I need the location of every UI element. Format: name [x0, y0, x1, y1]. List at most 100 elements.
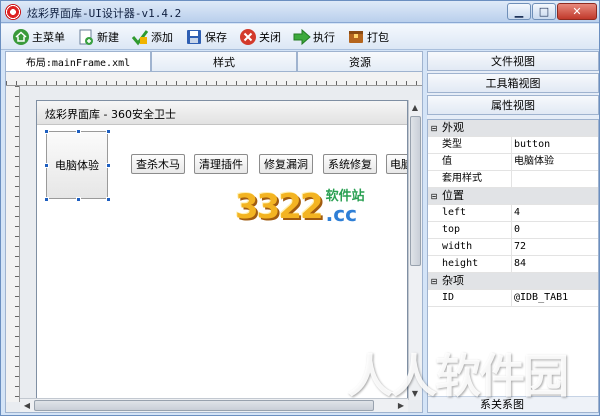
toolbox-view-tab[interactable]: 工具箱视图: [427, 73, 599, 93]
resize-handle[interactable]: [106, 163, 111, 168]
resize-handle[interactable]: [106, 129, 111, 134]
group-name: 外观: [442, 121, 464, 134]
tab-style-label: 样式: [213, 55, 235, 69]
file-view-tab[interactable]: 文件视图: [427, 51, 599, 71]
tab-style[interactable]: 样式: [151, 51, 297, 71]
window-title: 炫彩界面库-UI设计器-v1.4.2: [27, 7, 182, 20]
close-button[interactable]: 关闭: [236, 26, 284, 48]
button-computer-partial[interactable]: 电脑: [386, 154, 407, 174]
minimize-button[interactable]: ▁: [507, 3, 531, 20]
toolbar: 主菜单 新建 添加 保存 关闭 执行 打包: [1, 24, 599, 50]
property-value[interactable]: 电脑体验: [512, 154, 598, 170]
package-button[interactable]: 打包: [344, 26, 392, 48]
watermark-digits: 3322: [235, 187, 324, 227]
property-name: 套用样式: [428, 171, 512, 187]
selected-button-computer-check[interactable]: 电脑体验: [46, 131, 108, 199]
watermark-right: 软件站 .cc: [326, 185, 365, 224]
property-group-position[interactable]: ⊟ 位置: [428, 188, 598, 205]
selected-button-label: 电脑体验: [55, 159, 99, 172]
property-row[interactable]: top 0: [428, 222, 598, 239]
resize-handle[interactable]: [106, 197, 111, 202]
property-name: left: [428, 205, 512, 221]
property-row[interactable]: ID @IDB_TAB1: [428, 290, 598, 307]
watermark-domain: .cc: [325, 202, 357, 226]
new-label: 新建: [97, 30, 119, 44]
add-button[interactable]: 添加: [128, 26, 176, 48]
watermark-3322-logo: 3322 软件站 .cc: [235, 185, 365, 224]
button-fix-vulnerabilities[interactable]: 修复漏洞: [259, 154, 313, 174]
button-kill-trojan[interactable]: 查杀木马: [131, 154, 185, 174]
property-value[interactable]: @IDB_TAB1: [512, 290, 598, 306]
property-row[interactable]: width 72: [428, 239, 598, 256]
property-name: top: [428, 222, 512, 238]
resize-handle[interactable]: [76, 197, 81, 202]
resize-handle[interactable]: [76, 129, 81, 134]
property-name: height: [428, 256, 512, 272]
close-icon: [239, 28, 257, 46]
property-value[interactable]: 4: [512, 205, 598, 221]
horizontal-scroll-thumb[interactable]: [34, 400, 374, 411]
property-value[interactable]: 72: [512, 239, 598, 255]
property-row[interactable]: 类型 button: [428, 137, 598, 154]
property-name: 类型: [428, 137, 512, 153]
resize-handle[interactable]: [44, 163, 49, 168]
property-value[interactable]: 84: [512, 256, 598, 272]
main-menu-label: 主菜单: [32, 30, 65, 44]
vertical-scroll-thumb[interactable]: [410, 116, 421, 266]
window-controls: ▁ □ ✕: [507, 3, 597, 20]
scroll-left-icon[interactable]: ◀: [21, 399, 33, 411]
editor-tabs: 布局:mainFrame.xml 样式 资源: [5, 51, 423, 71]
main-menu-button[interactable]: 主菜单: [9, 26, 68, 48]
add-label: 添加: [151, 30, 173, 44]
property-value[interactable]: 0: [512, 222, 598, 238]
tab-resources[interactable]: 资源: [297, 51, 423, 71]
add-icon: [131, 28, 149, 46]
tab-layout-label: 布局:mainFrame.xml: [25, 58, 131, 69]
save-label: 保存: [205, 30, 227, 44]
property-value[interactable]: [512, 171, 598, 187]
package-label: 打包: [367, 30, 389, 44]
package-icon: [347, 28, 365, 46]
run-button[interactable]: 执行: [290, 26, 338, 48]
maximize-button[interactable]: □: [532, 3, 556, 20]
run-label: 执行: [313, 30, 335, 44]
property-group-misc[interactable]: ⊟ 杂项: [428, 273, 598, 290]
collapse-icon[interactable]: ⊟: [428, 120, 440, 136]
run-icon: [293, 28, 311, 46]
group-name: 杂项: [442, 274, 464, 287]
property-value[interactable]: button: [512, 137, 598, 153]
property-view-tab[interactable]: 属性视图: [427, 95, 599, 115]
new-file-icon: [77, 28, 95, 46]
app-logo-icon: [5, 4, 21, 20]
collapse-icon[interactable]: ⊟: [428, 273, 440, 289]
property-name: width: [428, 239, 512, 255]
title-bar: 炫彩界面库-UI设计器-v1.4.2 ▁ □ ✕: [1, 1, 599, 23]
horizontal-ruler: [6, 72, 422, 86]
property-row[interactable]: height 84: [428, 256, 598, 273]
close-label: 关闭: [259, 30, 281, 44]
scroll-up-icon[interactable]: ▲: [409, 101, 421, 113]
button-clean-plugins[interactable]: 清理插件: [194, 154, 248, 174]
property-row[interactable]: 值 电脑体验: [428, 154, 598, 171]
vertical-ruler: [6, 86, 20, 402]
save-button[interactable]: 保存: [182, 26, 230, 48]
window-close-button[interactable]: ✕: [557, 3, 597, 20]
collapse-icon[interactable]: ⊟: [428, 188, 440, 204]
save-icon: [185, 28, 203, 46]
group-name: 位置: [442, 189, 464, 202]
property-name: ID: [428, 290, 512, 306]
property-row[interactable]: 套用样式: [428, 171, 598, 188]
tab-layout[interactable]: 布局:mainFrame.xml: [5, 51, 151, 71]
property-group-appearance[interactable]: ⊟ 外观: [428, 120, 598, 137]
new-button[interactable]: 新建: [74, 26, 122, 48]
home-icon: [12, 28, 30, 46]
property-name: 值: [428, 154, 512, 170]
button-system-repair[interactable]: 系统修复: [323, 154, 377, 174]
resize-handle[interactable]: [44, 129, 49, 134]
watermark-site: 人人软件园: [347, 349, 569, 403]
tab-resources-label: 资源: [349, 55, 371, 69]
form-title: 炫彩界面库 - 360安全卫士: [37, 101, 407, 125]
resize-handle[interactable]: [44, 197, 49, 202]
property-row[interactable]: left 4: [428, 205, 598, 222]
app-window: 炫彩界面库-UI设计器-v1.4.2 ▁ □ ✕ 主菜单 新建 添加 保存 关闭…: [0, 0, 600, 416]
